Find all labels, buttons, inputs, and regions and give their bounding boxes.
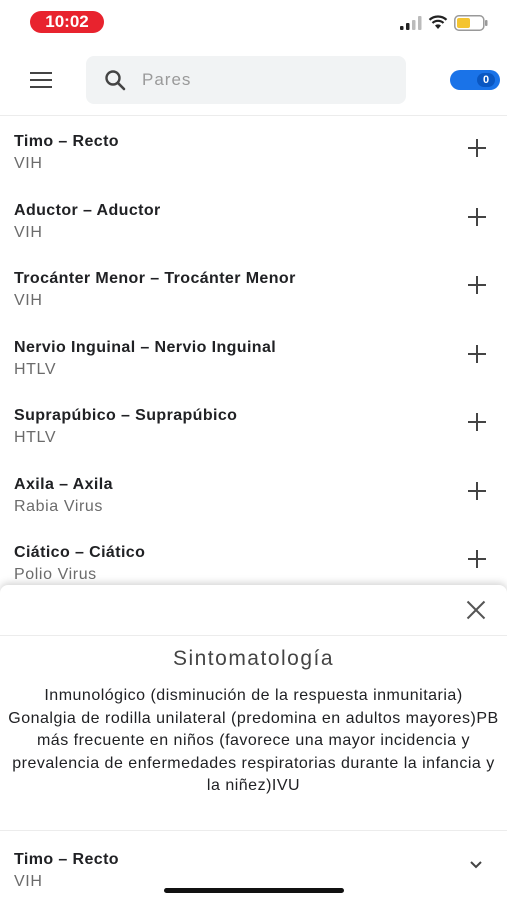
plus-icon[interactable] bbox=[468, 344, 488, 364]
details-bottom-sheet: Sintomatología Inmunológico (disminución… bbox=[0, 585, 507, 900]
plus-icon[interactable] bbox=[468, 481, 488, 501]
toggle-count: 0 bbox=[477, 73, 495, 87]
cellular-signal-icon bbox=[400, 16, 422, 30]
symptoms-text: Inmunológico (disminución de la respuest… bbox=[8, 687, 499, 794]
search-icon bbox=[105, 70, 126, 91]
status-bar: 10:02 bbox=[0, 0, 507, 44]
item-subtitle: HTLV bbox=[14, 360, 57, 378]
item-subtitle: VIH bbox=[14, 155, 43, 172]
wifi-icon bbox=[428, 15, 448, 29]
item-title: Aductor – Aductor bbox=[14, 201, 161, 219]
plus-icon[interactable] bbox=[468, 549, 488, 569]
plus-icon[interactable] bbox=[468, 412, 488, 432]
item-title: Nervio Inguinal – Nervio Inguinal bbox=[14, 338, 277, 356]
hamburger-menu-icon[interactable] bbox=[30, 72, 54, 90]
search-input[interactable] bbox=[142, 56, 392, 104]
toggle-switch[interactable]: 0 bbox=[450, 70, 500, 90]
divider bbox=[0, 830, 507, 831]
sheet-title: Sintomatología bbox=[172, 647, 335, 670]
item-subtitle: VIH bbox=[14, 223, 43, 241]
item-subtitle: Polio Virus bbox=[14, 566, 97, 583]
item-title: Timo – Recto bbox=[14, 133, 119, 150]
selected-pair-title: Timo – Recto bbox=[14, 851, 119, 868]
item-subtitle: HTLV bbox=[14, 429, 57, 446]
list-item[interactable]: Aductor – Aductor VIH bbox=[0, 185, 507, 254]
list-item[interactable]: Nervio Inguinal – Nervio Inguinal HTLV bbox=[0, 322, 507, 391]
list-item[interactable]: Trocánter Menor – Trocánter Menor VIH bbox=[0, 253, 507, 322]
plus-icon[interactable] bbox=[468, 207, 488, 227]
divider bbox=[0, 635, 507, 636]
status-time: 10:02 bbox=[30, 11, 104, 33]
home-indicator[interactable] bbox=[164, 888, 344, 893]
list-item[interactable]: Timo – Recto VIH bbox=[0, 116, 507, 185]
close-icon[interactable] bbox=[466, 600, 486, 620]
search-bar[interactable] bbox=[86, 56, 406, 104]
item-subtitle: Rabia Virus bbox=[14, 497, 104, 515]
plus-icon[interactable] bbox=[468, 138, 488, 158]
selected-pair-subtitle: VIH bbox=[14, 873, 43, 890]
battery-icon bbox=[454, 15, 488, 31]
plus-icon[interactable] bbox=[468, 275, 488, 295]
item-title: Suprapúbico – Suprapúbico bbox=[14, 407, 238, 424]
list-item[interactable]: Axila – Axila Rabia Virus bbox=[0, 459, 507, 528]
list-item[interactable]: Suprapúbico – Suprapúbico HTLV bbox=[0, 390, 507, 459]
top-app-bar: 0 bbox=[0, 44, 507, 116]
pairs-list: Timo – Recto VIH Aductor – Aductor VIH T… bbox=[0, 116, 507, 596]
item-title: Axila – Axila bbox=[14, 475, 113, 493]
item-title: Trocánter Menor – Trocánter Menor bbox=[14, 270, 296, 287]
item-title: Ciático – Ciático bbox=[14, 544, 146, 561]
item-subtitle: VIH bbox=[14, 292, 43, 309]
chevron-down-icon[interactable] bbox=[469, 858, 483, 872]
